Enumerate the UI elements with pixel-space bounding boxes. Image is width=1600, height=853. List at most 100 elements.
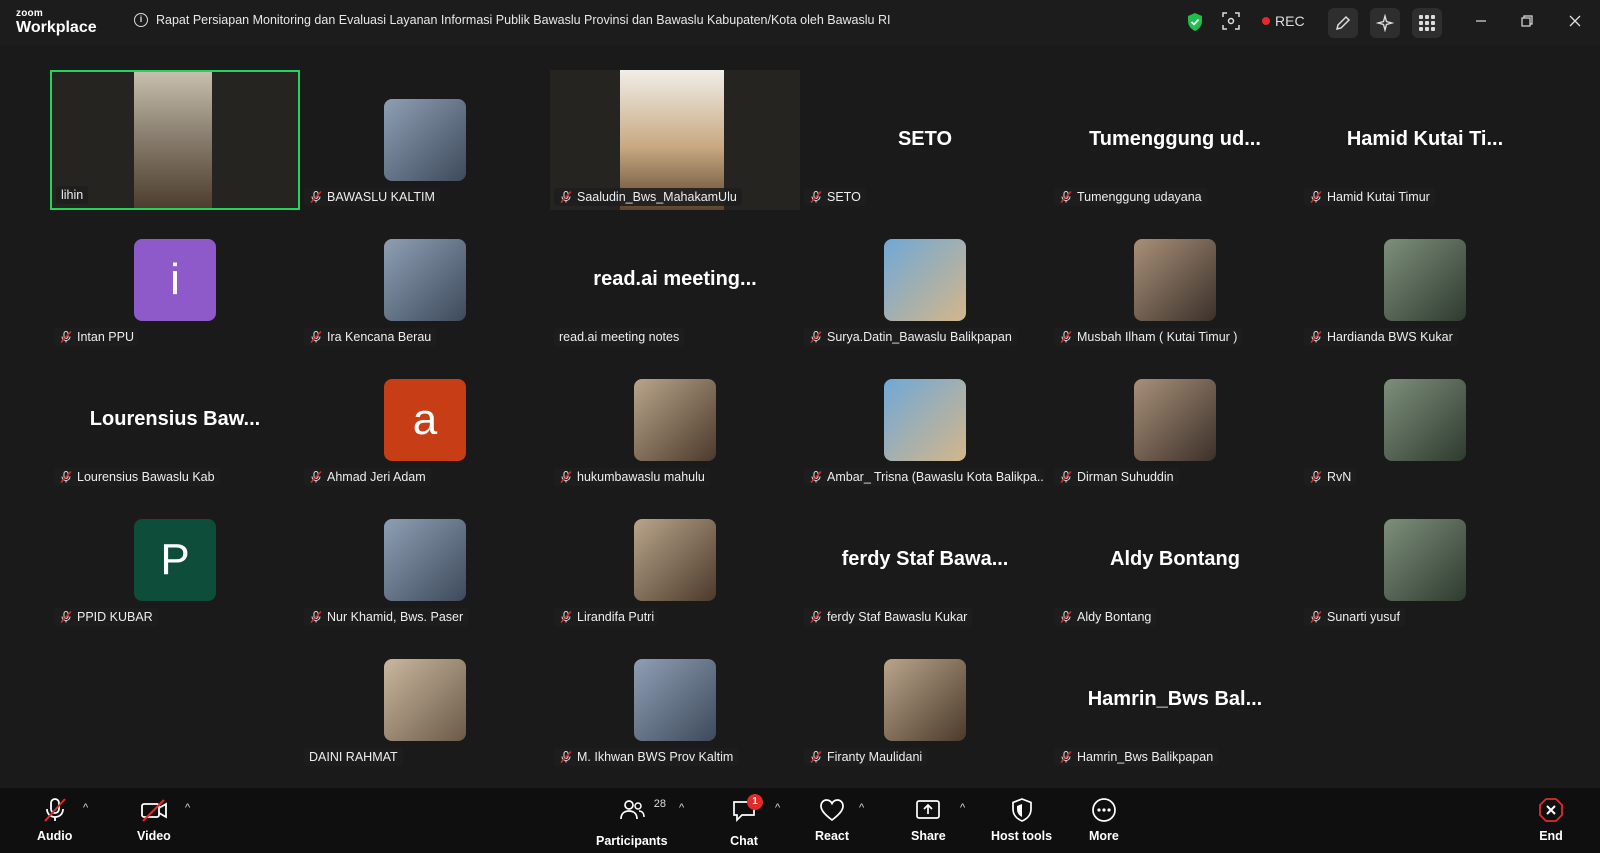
participant-count: 28 [653,798,667,810]
shield-icon[interactable] [1186,12,1204,32]
end-label: End [1539,829,1563,843]
participant-tile[interactable]: SETO SETO [800,70,1050,210]
end-button[interactable]: End [1537,796,1565,843]
video-options-caret[interactable]: ^ [185,802,190,814]
info-icon[interactable]: i [134,13,148,27]
react-label: React [815,829,850,843]
minimize-icon [1476,20,1486,22]
participant-name: Hardianda BWS Kukar [1327,330,1453,344]
participant-tile[interactable]: Hamrin_Bws Bal... Hamrin_Bws Balikpapan [1050,630,1300,770]
participant-tile[interactable]: Firanty Maulidani [800,630,1050,770]
participant-name-bar: BAWASLU KALTIM [304,188,440,206]
participant-tile[interactable]: Hardianda BWS Kukar [1300,210,1550,350]
participant-tile[interactable]: P PPID KUBAR [50,490,300,630]
participant-tile[interactable]: Surya.Datin_Bawaslu Balikpapan [800,210,1050,350]
participant-name-bar: Dirman Suhuddin [1054,468,1179,486]
participant-tile[interactable]: hukumbawaslu mahulu [550,350,800,490]
pencil-icon [1335,15,1351,31]
participant-tile[interactable]: Saaludin_Bws_MahakamUlu [550,70,800,210]
participant-tile[interactable]: DAINI RAHMAT [300,630,550,770]
share-options-caret[interactable]: ^ [960,802,965,814]
host-tools-button[interactable]: Host tools [991,796,1052,843]
participant-tile[interactable]: Ambar_ Trisna (Bawaslu Kota Balikpa... [800,350,1050,490]
apps-button[interactable] [1412,8,1442,38]
participant-name: Hamid Kutai Timur [1327,190,1430,204]
participant-tile[interactable]: Musbah Ilham ( Kutai Timur ) [1050,210,1300,350]
avatar [384,519,466,601]
participant-name: Lourensius Bawaslu Kab [77,470,215,484]
avatar [1134,239,1216,321]
avatar [884,659,966,741]
share-button[interactable]: Share [911,796,946,843]
participant-name-bar: Hamrin_Bws Balikpapan [1054,748,1219,766]
participant-tile[interactable]: a Ahmad Jeri Adam [300,350,550,490]
gallery-view: lihin BAWASLU KALTIM Saaludin_Bws_MahakamU… [0,46,1600,788]
participant-tile[interactable]: Lourensius Baw... Lourensius Bawaslu Kab [50,350,300,490]
more-button[interactable]: More [1089,796,1119,843]
react-options-caret[interactable]: ^ [859,802,864,814]
mic-muted-icon [310,330,322,344]
participant-tile[interactable]: Lirandifa Putri [550,490,800,630]
close-button[interactable] [1566,12,1584,30]
participant-name-bar: Musbah Ilham ( Kutai Timur ) [1054,328,1243,346]
participant-name: Ahmad Jeri Adam [327,470,426,484]
annotate-button[interactable] [1328,8,1358,38]
participant-display-name: ferdy Staf Bawa... [841,548,1009,570]
focus-icon[interactable] [1222,12,1240,30]
share-label: Share [911,829,946,843]
participant-display-name: Hamid Kutai Ti... [1346,128,1504,150]
restore-button[interactable] [1518,12,1536,30]
chat-options-caret[interactable]: ^ [775,802,780,814]
participant-tile[interactable]: Hamid Kutai Ti... Hamid Kutai Timur [1300,70,1550,210]
participants-button[interactable]: 28 Participants [596,796,668,848]
participant-tile[interactable]: Aldy Bontang Aldy Bontang [1050,490,1300,630]
participant-tile[interactable]: read.ai meeting... read.ai meeting notes [550,210,800,350]
react-button[interactable]: React [815,796,849,843]
chat-button[interactable]: 1 Chat [730,794,763,848]
participant-tile[interactable]: Nur Khamid, Bws. Paser [300,490,550,630]
video-button[interactable]: Video [137,796,171,843]
participant-tile[interactable]: i Intan PPU [50,210,300,350]
participant-video [134,72,212,208]
mic-muted-icon [1310,190,1322,204]
participant-tile[interactable]: RvN [1300,350,1550,490]
avatar: i [134,239,216,321]
mic-muted-icon [310,610,322,624]
participant-tile[interactable]: M. Ikhwan BWS Prov Kaltim [550,630,800,770]
mic-muted-icon [43,798,66,822]
avatar [1384,379,1466,461]
participant-tile[interactable]: lihin [50,70,300,210]
audio-label: Audio [37,829,73,843]
ai-companion-button[interactable] [1370,8,1400,38]
recording-indicator[interactable]: REC [1262,13,1305,29]
participant-tile[interactable]: Tumenggung ud... Tumenggung udayana [1050,70,1300,210]
participant-name: DAINI RAHMAT [309,750,398,764]
participant-tile[interactable]: BAWASLU KALTIM [300,70,550,210]
participant-tile[interactable]: Ira Kencana Berau [300,210,550,350]
avatar [634,659,716,741]
participant-name-bar: lihin [56,186,89,204]
participant-name: Saaludin_Bws_MahakamUlu [577,190,737,204]
minimize-button[interactable] [1472,12,1490,30]
video-off-icon [141,799,167,822]
participant-name-bar: hukumbawaslu mahulu [554,468,710,486]
participant-tile[interactable]: ferdy Staf Bawa... ferdy Staf Bawaslu Kuk… [800,490,1050,630]
audio-button[interactable]: Audio [37,796,72,843]
restore-icon [1521,15,1533,27]
avatar: a [384,379,466,461]
participant-tile[interactable]: Sunarti yusuf [1300,490,1550,630]
audio-options-caret[interactable]: ^ [83,802,88,814]
participants-icon [619,800,645,820]
participants-options-caret[interactable]: ^ [679,802,684,814]
participant-name: read.ai meeting notes [559,330,680,344]
more-label: More [1089,829,1119,843]
mic-muted-icon [1060,750,1072,764]
avatar [1134,379,1216,461]
participant-name: SETO [827,190,861,204]
end-icon [1539,798,1563,822]
participant-tile[interactable]: Dirman Suhuddin [1050,350,1300,490]
participant-name-bar: Firanty Maulidani [804,748,928,766]
host-tools-label: Host tools [991,829,1053,843]
participant-name: Sunarti yusuf [1327,610,1400,624]
chat-label: Chat [730,834,758,848]
